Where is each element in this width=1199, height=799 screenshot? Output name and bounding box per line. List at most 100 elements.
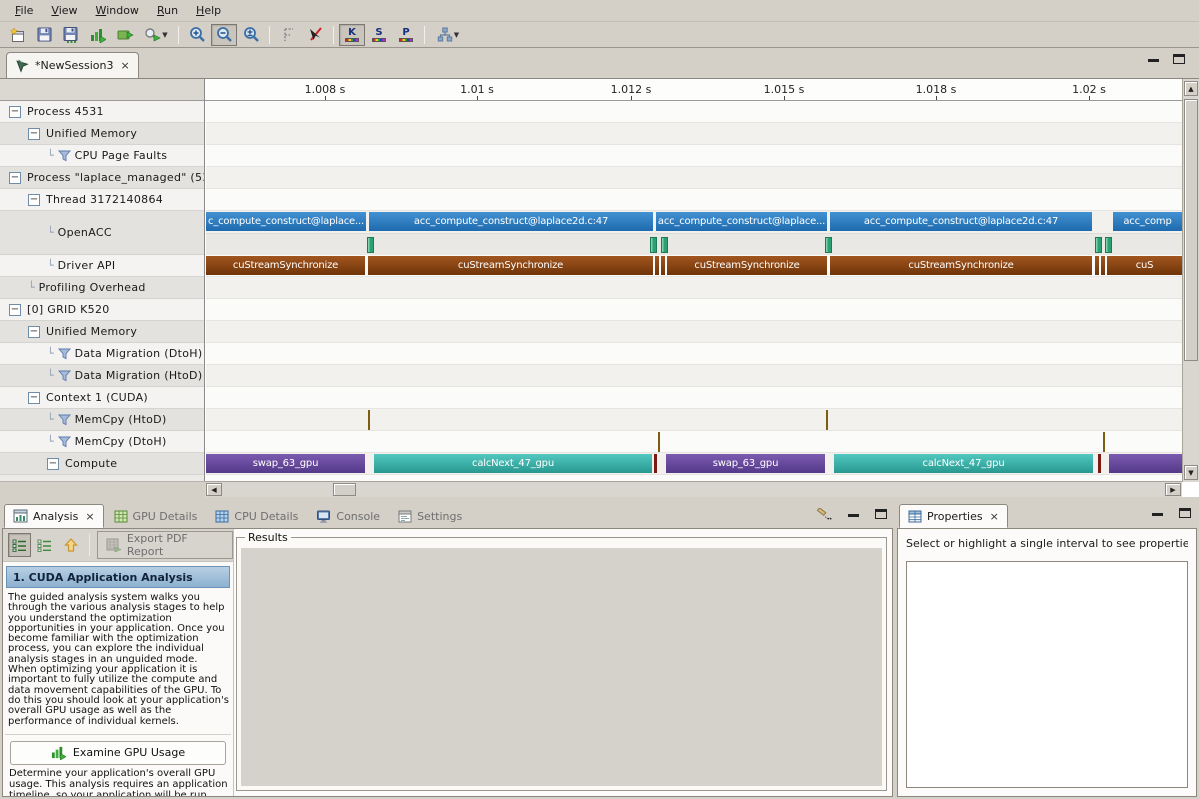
timeline-lane[interactable] — [206, 145, 1182, 167]
tab-properties[interactable]: Properties × — [899, 504, 1008, 528]
close-icon[interactable]: × — [990, 510, 999, 523]
interval-bar[interactable]: acc_compute_construct@laplace2d.c:47 — [830, 212, 1092, 231]
interval-bar[interactable]: acc_comp — [1113, 212, 1182, 231]
timeline-lane[interactable] — [206, 189, 1182, 211]
timeline-lane[interactable] — [206, 167, 1182, 189]
tree-row[interactable]: −Unified Memory — [0, 321, 204, 343]
tab-analysis[interactable]: Analysis × — [4, 504, 104, 528]
save-as-button[interactable] — [58, 24, 84, 46]
run-analysis-button[interactable] — [112, 24, 138, 46]
interval-marker[interactable] — [367, 237, 374, 253]
timeline-lane[interactable]: c_compute_construct@laplace...acc_comput… — [206, 211, 1182, 255]
interval-marker[interactable] — [650, 237, 657, 253]
stream-coloring-button[interactable]: S — [366, 24, 392, 46]
unguided-analysis-toggle-button[interactable] — [34, 533, 57, 557]
tab-cpu-details[interactable]: CPU Details — [207, 504, 306, 528]
interval-bar[interactable] — [368, 410, 370, 430]
interval-marker[interactable] — [661, 237, 668, 253]
tree-row[interactable]: −Thread 3172140864 — [0, 189, 204, 211]
interval-bar[interactable] — [655, 256, 659, 275]
timeline-lane[interactable]: swap_63_gpucalcNext_47_gpuswap_63_gpucal… — [206, 453, 1182, 475]
guided-analysis-toggle-button[interactable] — [8, 533, 31, 557]
tree-row[interactable]: └OpenACC — [0, 211, 204, 255]
collapse-minus-icon[interactable]: − — [9, 106, 21, 118]
timeline-lane[interactable] — [206, 299, 1182, 321]
tree-row[interactable]: └MemCpy (DtoH) — [0, 431, 204, 453]
minimize-icon[interactable] — [1148, 59, 1159, 64]
tree-row[interactable]: └CPU Page Faults — [0, 145, 204, 167]
menu-view[interactable]: View — [42, 1, 86, 20]
zoom-out-button[interactable] — [211, 24, 237, 46]
interval-bar[interactable]: swap_63_gpu — [206, 454, 365, 473]
tab-gpu-details[interactable]: GPU Details — [106, 504, 206, 528]
generate-timeline-button[interactable] — [85, 24, 111, 46]
interval-bar[interactable] — [826, 410, 828, 430]
zoom-fit-button[interactable] — [238, 24, 264, 46]
timeline-lane[interactable] — [206, 123, 1182, 145]
interval-bar[interactable]: calcNext_47_gpu — [834, 454, 1093, 473]
tree-row[interactable]: └Profiling Overhead — [0, 277, 204, 299]
interval-bar[interactable]: cuS — [1107, 256, 1182, 275]
menu-file[interactable]: File — [6, 1, 42, 20]
minimize-icon[interactable] — [1152, 513, 1163, 518]
tree-row[interactable]: −[0] GRID K520 — [0, 299, 204, 321]
pointer-mode-button[interactable] — [302, 24, 328, 46]
maximize-icon[interactable] — [1173, 54, 1185, 64]
menu-window[interactable]: Window — [87, 1, 148, 20]
timeline-lane[interactable] — [206, 277, 1182, 299]
interval-marker[interactable] — [825, 237, 832, 253]
collapse-minus-icon[interactable]: − — [9, 172, 21, 184]
tree-row[interactable]: └Data Migration (DtoH) — [0, 343, 204, 365]
timeline-lane[interactable] — [206, 431, 1182, 453]
tree-row[interactable]: −Unified Memory — [0, 123, 204, 145]
collapse-minus-icon[interactable]: − — [28, 194, 40, 206]
export-pdf-button[interactable]: Export PDF Report — [97, 531, 233, 559]
timeline-lane[interactable] — [206, 321, 1182, 343]
save-button[interactable] — [31, 24, 57, 46]
tree-row[interactable]: −Compute — [0, 453, 204, 475]
collapse-minus-icon[interactable]: − — [28, 128, 40, 140]
process-coloring-button[interactable]: P — [393, 24, 419, 46]
collapse-minus-icon[interactable]: − — [28, 326, 40, 338]
interval-marker[interactable] — [1095, 237, 1102, 253]
vertical-scroll-thumb[interactable] — [1184, 99, 1198, 361]
zoom-in-button[interactable] — [184, 24, 210, 46]
timeline-lane[interactable] — [206, 387, 1182, 409]
interval-bar[interactable]: acc_compute_construct@laplace2d.c:47 — [369, 212, 653, 231]
interval-bar[interactable]: c_compute_construct@laplace... — [206, 212, 366, 231]
tree-row[interactable]: └Data Migration (HtoD) — [0, 365, 204, 387]
back-up-button[interactable] — [59, 533, 82, 557]
interval-bar[interactable]: acc_compute_construct@laplace... — [656, 212, 827, 231]
tree-row[interactable]: −Process "laplace_managed" (538) — [0, 167, 204, 189]
run-metrics-button[interactable]: ▼ — [139, 24, 173, 46]
tree-row[interactable]: └Driver API — [0, 255, 204, 277]
scroll-left-button[interactable]: ◀ — [206, 483, 222, 496]
interval-bar[interactable]: cuStreamSynchronize — [667, 256, 827, 275]
menu-run[interactable]: Run — [148, 1, 187, 20]
vertical-scrollbar[interactable]: ▲ ▼ — [1182, 79, 1199, 482]
call-hierarchy-button[interactable]: ▼ — [430, 24, 466, 46]
maximize-icon[interactable] — [1179, 508, 1191, 518]
timeline-lane[interactable] — [206, 409, 1182, 431]
horizontal-scroll-thumb[interactable] — [333, 483, 356, 496]
interval-bar[interactable] — [1095, 256, 1099, 275]
interval-bar[interactable] — [1103, 432, 1105, 452]
tab-console[interactable]: Console — [308, 504, 388, 528]
timeline-lane[interactable] — [206, 365, 1182, 387]
timeline-lane[interactable]: cuStreamSynchronizecuStreamSynchronizecu… — [206, 255, 1182, 277]
timeline-lane[interactable] — [206, 343, 1182, 365]
interval-bar[interactable] — [661, 256, 665, 275]
interval-bar[interactable]: cuStreamSynchronize — [368, 256, 653, 275]
interval-bar[interactable] — [1109, 454, 1182, 473]
interval-bar[interactable]: cuStreamSynchronize — [830, 256, 1092, 275]
close-icon[interactable]: × — [85, 510, 94, 523]
tab-settings[interactable]: Settings — [390, 504, 470, 528]
kernel-coloring-button[interactable]: K — [339, 24, 365, 46]
interval-bar[interactable] — [654, 454, 657, 473]
scroll-right-button[interactable]: ▶ — [1165, 483, 1181, 496]
f-marker-button[interactable] — [275, 24, 301, 46]
close-icon[interactable]: × — [120, 59, 129, 72]
menu-help[interactable]: Help — [187, 1, 230, 20]
horizontal-scrollbar[interactable]: ◀ ▶ — [205, 481, 1182, 497]
interval-bar[interactable] — [658, 432, 660, 452]
